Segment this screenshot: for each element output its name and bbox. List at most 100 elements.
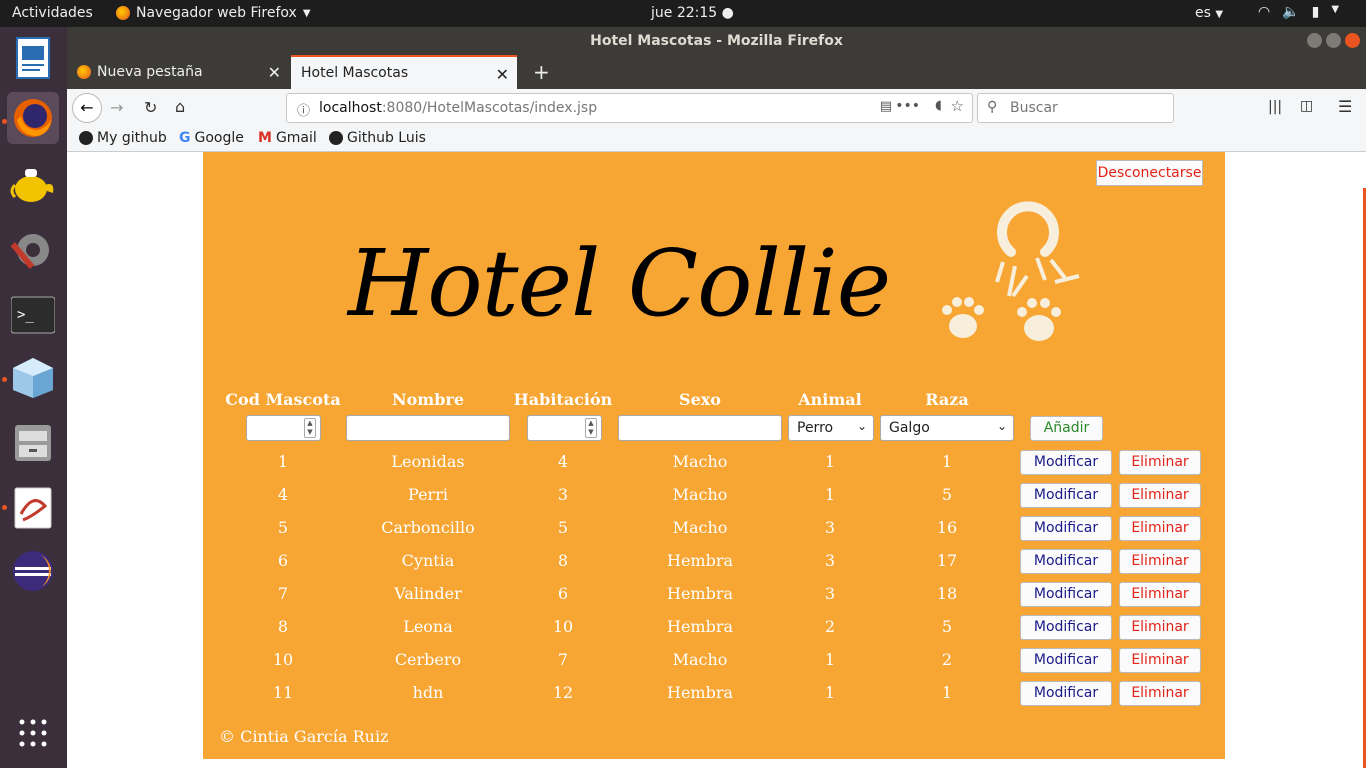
delete-button[interactable]: Eliminar (1119, 681, 1201, 706)
modify-button[interactable]: Modificar (1020, 681, 1112, 706)
cell-animal: 1 (824, 452, 836, 471)
clock[interactable]: jue 22:15 ● (651, 5, 734, 21)
cell-sexo: Macho (672, 650, 728, 669)
cell-cod: 7 (277, 584, 289, 603)
modify-button[interactable]: Modificar (1020, 450, 1112, 475)
library-icon[interactable]: ||| (1268, 99, 1282, 115)
maximize-button[interactable] (1326, 33, 1341, 48)
nombre-input[interactable] (346, 415, 510, 441)
terminal-launcher[interactable]: >_ (7, 289, 59, 341)
cell-raza: 1 (941, 683, 953, 702)
bookmark-star-icon[interactable]: ☆ (951, 97, 964, 115)
header-nombre: Nombre (391, 390, 465, 409)
logout-button[interactable]: Desconectarse (1096, 160, 1203, 186)
tab-strip: Nueva pestaña ✕ Hotel Mascotas ✕ + (67, 55, 1366, 89)
delete-button[interactable]: Eliminar (1119, 483, 1201, 508)
bookmark-gmail[interactable]: M Gmail (258, 130, 317, 146)
modify-button[interactable]: Modificar (1020, 615, 1112, 640)
eclipse-launcher[interactable] (7, 545, 59, 597)
modify-button[interactable]: Modificar (1020, 483, 1112, 508)
menu-hamburger-icon[interactable]: ☰ (1338, 97, 1352, 116)
delete-button[interactable]: Eliminar (1119, 516, 1201, 541)
raza-select[interactable]: Galgo ⌄ (880, 415, 1014, 441)
cell-nombre: Valinder (394, 584, 462, 603)
home-button[interactable]: ⌂ (175, 97, 185, 116)
number-stepper-icon[interactable]: ▲ ▼ (585, 418, 597, 438)
close-tab-icon[interactable]: ✕ (496, 65, 509, 84)
writer-launcher[interactable] (7, 32, 59, 84)
pocket-icon[interactable]: ◖ (935, 98, 942, 113)
tab-hotel-mascotas[interactable]: Hotel Mascotas ✕ (291, 55, 517, 89)
cell-animal: 3 (824, 584, 836, 603)
activities-button[interactable]: Actividades (12, 5, 93, 21)
raza-select-value: Galgo (889, 420, 930, 436)
google-icon: G (179, 130, 191, 146)
info-icon: ⓘ (297, 104, 311, 119)
url-bar[interactable]: ⓘ localhost:8080/HotelMascotas/index.jsp… (286, 93, 973, 123)
delete-button[interactable]: Eliminar (1119, 549, 1201, 574)
url-path: :8080/HotelMascotas/index.jsp (381, 100, 598, 116)
back-button[interactable]: ← (72, 93, 102, 123)
minimize-button[interactable] (1307, 33, 1322, 48)
animal-select[interactable]: Perro ⌄ (788, 415, 874, 441)
cell-sexo: Hembra (666, 683, 734, 702)
page-actions-icon[interactable]: ••• (895, 98, 920, 114)
modify-button[interactable]: Modificar (1020, 516, 1112, 541)
modify-button[interactable]: Modificar (1020, 549, 1112, 574)
cell-habitacion: 4 (557, 452, 569, 471)
modify-button[interactable]: Modificar (1020, 582, 1112, 607)
cell-habitacion: 12 (552, 683, 574, 702)
search-bar[interactable]: ⚲ Buscar (977, 93, 1174, 123)
new-tab-button[interactable]: + (523, 55, 555, 89)
bookmarks-toolbar: My github G Google M Gmail Github Luis (67, 127, 1366, 152)
close-tab-icon[interactable]: ✕ (268, 63, 281, 82)
app-menu-label: Navegador web Firefox (136, 5, 297, 21)
teapot-launcher[interactable] (7, 157, 59, 209)
sexo-input[interactable] (618, 415, 782, 441)
reader-view-icon[interactable]: ▤ (880, 99, 892, 114)
add-button[interactable]: Añadir (1030, 416, 1103, 441)
show-apps-button[interactable] (7, 707, 59, 759)
header-raza: Raza (925, 390, 969, 409)
virtualbox-launcher[interactable] (7, 352, 59, 404)
bookmark-github-luis[interactable]: Github Luis (329, 130, 426, 146)
sidebar-icon[interactable]: ◫ (1300, 98, 1313, 114)
delete-button[interactable]: Eliminar (1119, 450, 1201, 475)
system-tray[interactable]: ◠ 🔈 ▮ ▼ (1258, 4, 1339, 20)
reload-button[interactable]: ↻ (144, 98, 157, 117)
navigation-toolbar: ← → ↻ ⌂ ⓘ localhost:8080/HotelMascotas/i… (67, 89, 1366, 127)
cell-nombre: Leona (403, 617, 453, 636)
window-titlebar[interactable]: Hotel Mascotas - Mozilla Firefox (67, 27, 1366, 55)
cell-nombre: Cerbero (394, 650, 462, 669)
tab-new-tab[interactable]: Nueva pestaña ✕ (67, 55, 289, 89)
cell-cod: 10 (272, 650, 294, 669)
close-window-button[interactable] (1345, 33, 1360, 48)
habitacion-input[interactable]: ▲ ▼ (527, 415, 602, 441)
cell-raza: 16 (936, 518, 958, 537)
bookmark-my-github[interactable]: My github (79, 130, 167, 146)
settings-launcher[interactable] (7, 222, 59, 274)
reload-icon: ↻ (144, 98, 158, 117)
forward-button[interactable]: → (110, 98, 123, 117)
chevron-down-icon: ⌄ (996, 419, 1007, 433)
cod-mascota-input[interactable]: ▲ ▼ (246, 415, 321, 441)
github-icon (329, 131, 343, 145)
teapot-icon (10, 169, 54, 202)
bookmark-google[interactable]: G Google (179, 130, 244, 146)
files-launcher[interactable] (7, 417, 59, 469)
firefox-launcher[interactable] (7, 92, 59, 144)
cell-sexo: Hembra (666, 551, 734, 570)
delete-button[interactable]: Eliminar (1119, 648, 1201, 673)
cell-habitacion: 7 (557, 650, 569, 669)
delete-button[interactable]: Eliminar (1119, 615, 1201, 640)
page-viewport: Desconectarse Hotel Collie Cod Mascota N… (67, 152, 1366, 768)
app-menu[interactable]: Navegador web Firefox ▼ (116, 5, 311, 21)
cell-animal: 3 (824, 518, 836, 537)
language-indicator[interactable]: es ▼ (1195, 5, 1223, 21)
modify-button[interactable]: Modificar (1020, 648, 1112, 673)
gmail-icon: M (258, 130, 272, 146)
apps-grid-icon (19, 719, 47, 747)
document-viewer-launcher[interactable] (7, 482, 59, 534)
delete-button[interactable]: Eliminar (1119, 582, 1201, 607)
number-stepper-icon[interactable]: ▲ ▼ (304, 418, 316, 438)
